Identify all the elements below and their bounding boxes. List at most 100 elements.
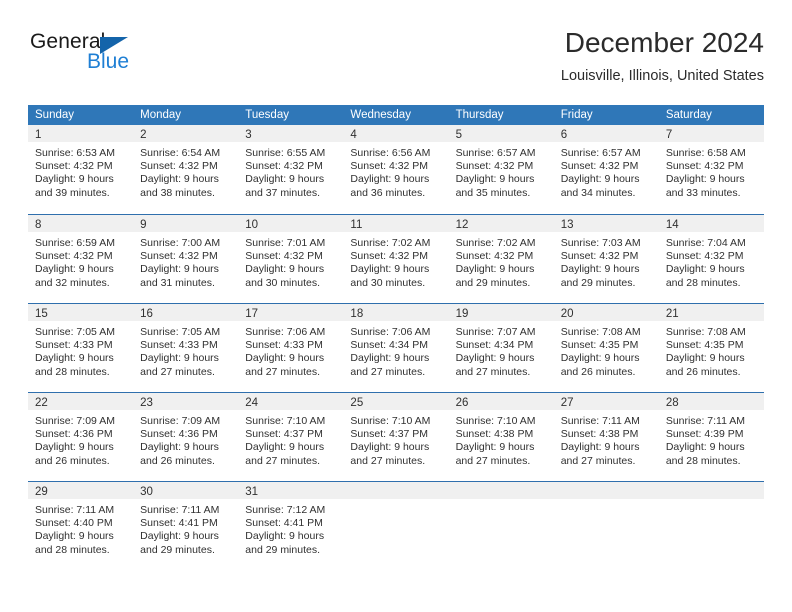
day-detail-block [343,499,448,504]
sunrise-line: Sunrise: 7:04 AM [665,237,746,249]
calendar-day-cell[interactable]: 27 Sunrise: 7:11 AM Sunset: 4:38 PM Dayligh… [553,393,659,481]
sunrise-line: Sunrise: 6:58 AM [665,147,746,159]
page-title: December 2024 [564,27,764,58]
calendar-day-cell[interactable]: 18 Sunrise: 7:06 AM Sunset: 4:34 PM Dayligh… [343,304,449,392]
day-detail-block: Sunrise: 6:54 AM Sunset: 4:32 PM Daylight:… [133,142,238,200]
daylight-line-2: and 29 minutes. [245,543,320,556]
day-number: 25 [350,397,364,409]
sunset-line: Sunset: 4:35 PM [560,339,639,352]
day-detail-block [659,499,764,504]
calendar-day-cell[interactable]: 21 Sunrise: 7:08 AM Sunset: 4:35 PM Dayligh… [658,304,764,392]
day-number-strip: 12 [448,215,554,232]
sunset-line: Sunset: 4:34 PM [455,339,534,352]
sunrise-line: Sunrise: 7:12 AM [245,504,326,516]
calendar-day-cell[interactable]: 17 Sunrise: 7:06 AM Sunset: 4:33 PM Dayligh… [238,304,344,392]
daylight-line-2: and 36 minutes. [350,186,426,199]
day-detail-block: Sunrise: 7:05 AM Sunset: 4:33 PM Daylight:… [133,321,238,379]
day-number-strip [658,482,764,499]
daylight-line-1: Daylight: 9 hours [35,263,114,276]
calendar-day-cell[interactable]: 4 Sunrise: 6:56 AM Sunset: 4:32 PM Daylight… [343,125,449,214]
calendar-day-cell[interactable]: 2 Sunrise: 6:54 AM Sunset: 4:32 PM Daylight… [133,125,239,214]
day-number-strip: 24 [238,393,344,410]
day-detail-block: Sunrise: 7:10 AM Sunset: 4:37 PM Daylight:… [343,410,448,468]
calendar-day-cell[interactable]: 30 Sunrise: 7:11 AM Sunset: 4:41 PM Dayligh… [133,482,239,570]
day-detail-block: Sunrise: 7:06 AM Sunset: 4:34 PM Daylight:… [343,321,448,379]
day-number-strip: 9 [133,215,239,232]
day-number: 26 [455,397,469,409]
sunset-line: Sunset: 4:35 PM [665,339,744,352]
day-number-strip: 22 [28,393,134,410]
sunrise-line: Sunrise: 7:11 AM [35,504,115,516]
sunrise-line: Sunrise: 7:11 AM [140,504,220,516]
weekday-header-friday: Friday [560,109,593,121]
day-detail-block: Sunrise: 6:55 AM Sunset: 4:32 PM Daylight:… [238,142,343,200]
calendar-day-cell[interactable]: 16 Sunrise: 7:05 AM Sunset: 4:33 PM Dayligh… [133,304,239,392]
sunrise-line: Sunrise: 7:10 AM [350,415,431,427]
daylight-line-1: Daylight: 9 hours [140,173,219,186]
calendar-day-cell[interactable]: 20 Sunrise: 7:08 AM Sunset: 4:35 PM Dayligh… [553,304,659,392]
calendar-day-cell[interactable]: 8 Sunrise: 6:59 AM Sunset: 4:32 PM Daylight… [28,215,134,303]
day-number: 29 [35,486,48,498]
day-number: 16 [140,308,153,320]
sunrise-line: Sunrise: 6:54 AM [140,147,221,159]
day-number: 24 [245,397,259,409]
daylight-line-1: Daylight: 9 hours [350,352,430,365]
daylight-line-1: Daylight: 9 hours [455,173,535,186]
day-detail-block: Sunrise: 7:09 AM Sunset: 4:36 PM Daylight:… [28,410,133,468]
calendar-day-cell[interactable]: 3 Sunrise: 6:55 AM Sunset: 4:32 PM Daylight… [238,125,344,214]
calendar-day-cell[interactable]: 25 Sunrise: 7:10 AM Sunset: 4:37 PM Dayligh… [343,393,449,481]
calendar-day-cell-empty [553,482,659,570]
day-detail-block: Sunrise: 7:04 AM Sunset: 4:32 PM Daylight:… [659,232,764,290]
daylight-line-1: Daylight: 9 hours [245,441,325,454]
calendar-day-cell[interactable]: 9 Sunrise: 7:00 AM Sunset: 4:32 PM Daylight… [133,215,239,303]
day-detail-block: Sunrise: 6:59 AM Sunset: 4:32 PM Daylight:… [28,232,133,290]
calendar-day-cell[interactable]: 23 Sunrise: 7:09 AM Sunset: 4:36 PM Dayligh… [133,393,239,481]
calendar-day-cell[interactable]: 19 Sunrise: 7:07 AM Sunset: 4:34 PM Dayligh… [448,304,554,392]
calendar-day-cell[interactable]: 12 Sunrise: 7:02 AM Sunset: 4:32 PM Dayligh… [448,215,554,303]
calendar-day-cell[interactable]: 10 Sunrise: 7:01 AM Sunset: 4:32 PM Dayligh… [238,215,344,303]
calendar-day-cell[interactable]: 11 Sunrise: 7:02 AM Sunset: 4:32 PM Dayligh… [343,215,449,303]
day-detail-block: Sunrise: 7:02 AM Sunset: 4:32 PM Daylight:… [343,232,448,290]
sunrise-line: Sunrise: 6:57 AM [560,147,641,159]
daylight-line-2: and 35 minutes. [455,186,531,199]
sunset-line: Sunset: 4:33 PM [245,339,323,352]
day-number: 19 [455,308,469,320]
calendar-day-cell[interactable]: 31 Sunrise: 7:12 AM Sunset: 4:41 PM Dayligh… [238,482,344,570]
calendar-day-cell[interactable]: 15 Sunrise: 7:05 AM Sunset: 4:33 PM Dayligh… [28,304,134,392]
calendar-day-cell[interactable]: 6 Sunrise: 6:57 AM Sunset: 4:32 PM Daylight… [553,125,659,214]
day-number: 10 [245,219,259,231]
daylight-line-1: Daylight: 9 hours [245,352,325,365]
calendar-day-cell[interactable]: 26 Sunrise: 7:10 AM Sunset: 4:38 PM Dayligh… [448,393,554,481]
day-detail-block: Sunrise: 7:11 AM Sunset: 4:39 PM Daylight:… [659,410,764,468]
daylight-line-1: Daylight: 9 hours [560,352,640,365]
sunrise-line: Sunrise: 7:07 AM [455,326,536,338]
calendar-day-cell[interactable]: 22 Sunrise: 7:09 AM Sunset: 4:36 PM Dayligh… [28,393,134,481]
sunrise-line: Sunrise: 7:10 AM [455,415,536,427]
sunrise-line: Sunrise: 7:02 AM [455,237,536,249]
sunrise-line: Sunrise: 7:05 AM [140,326,221,338]
calendar-day-cell[interactable]: 13 Sunrise: 7:03 AM Sunset: 4:32 PM Dayligh… [553,215,659,303]
sunset-line: Sunset: 4:33 PM [35,339,113,352]
calendar-day-cell[interactable]: 28 Sunrise: 7:11 AM Sunset: 4:39 PM Dayligh… [658,393,764,481]
calendar-day-cell[interactable]: 14 Sunrise: 7:04 AM Sunset: 4:32 PM Dayligh… [658,215,764,303]
day-number-strip [553,482,659,499]
day-detail-block: Sunrise: 7:08 AM Sunset: 4:35 PM Daylight:… [554,321,659,379]
day-number: 31 [245,486,259,498]
calendar-day-cell[interactable]: 1 Sunrise: 6:53 AM Sunset: 4:32 PM Daylight… [28,125,134,214]
calendar-day-cell[interactable]: 24 Sunrise: 7:10 AM Sunset: 4:37 PM Dayligh… [238,393,344,481]
daylight-line-1: Daylight: 9 hours [245,173,325,186]
calendar-day-cell[interactable]: 29 Sunrise: 7:11 AM Sunset: 4:40 PM Dayligh… [28,482,134,570]
day-number-strip: 14 [658,215,764,232]
day-detail-block: Sunrise: 7:11 AM Sunset: 4:40 PM Daylight:… [28,499,133,557]
daylight-line-1: Daylight: 9 hours [560,263,640,276]
day-number-strip: 5 [448,125,554,142]
sunset-line: Sunset: 4:32 PM [560,250,639,263]
calendar-day-cell[interactable]: 5 Sunrise: 6:57 AM Sunset: 4:32 PM Daylight… [448,125,554,214]
daylight-line-2: and 27 minutes. [245,454,320,467]
sunrise-line: Sunrise: 7:06 AM [245,326,326,338]
calendar-day-cell-empty [343,482,449,570]
sunset-line: Sunset: 4:36 PM [140,428,218,441]
general-blue-logo[interactable]: General Blue [30,30,230,86]
calendar-day-cell[interactable]: 7 Sunrise: 6:58 AM Sunset: 4:32 PM Daylight… [658,125,764,214]
sunset-line: Sunset: 4:32 PM [560,160,639,173]
